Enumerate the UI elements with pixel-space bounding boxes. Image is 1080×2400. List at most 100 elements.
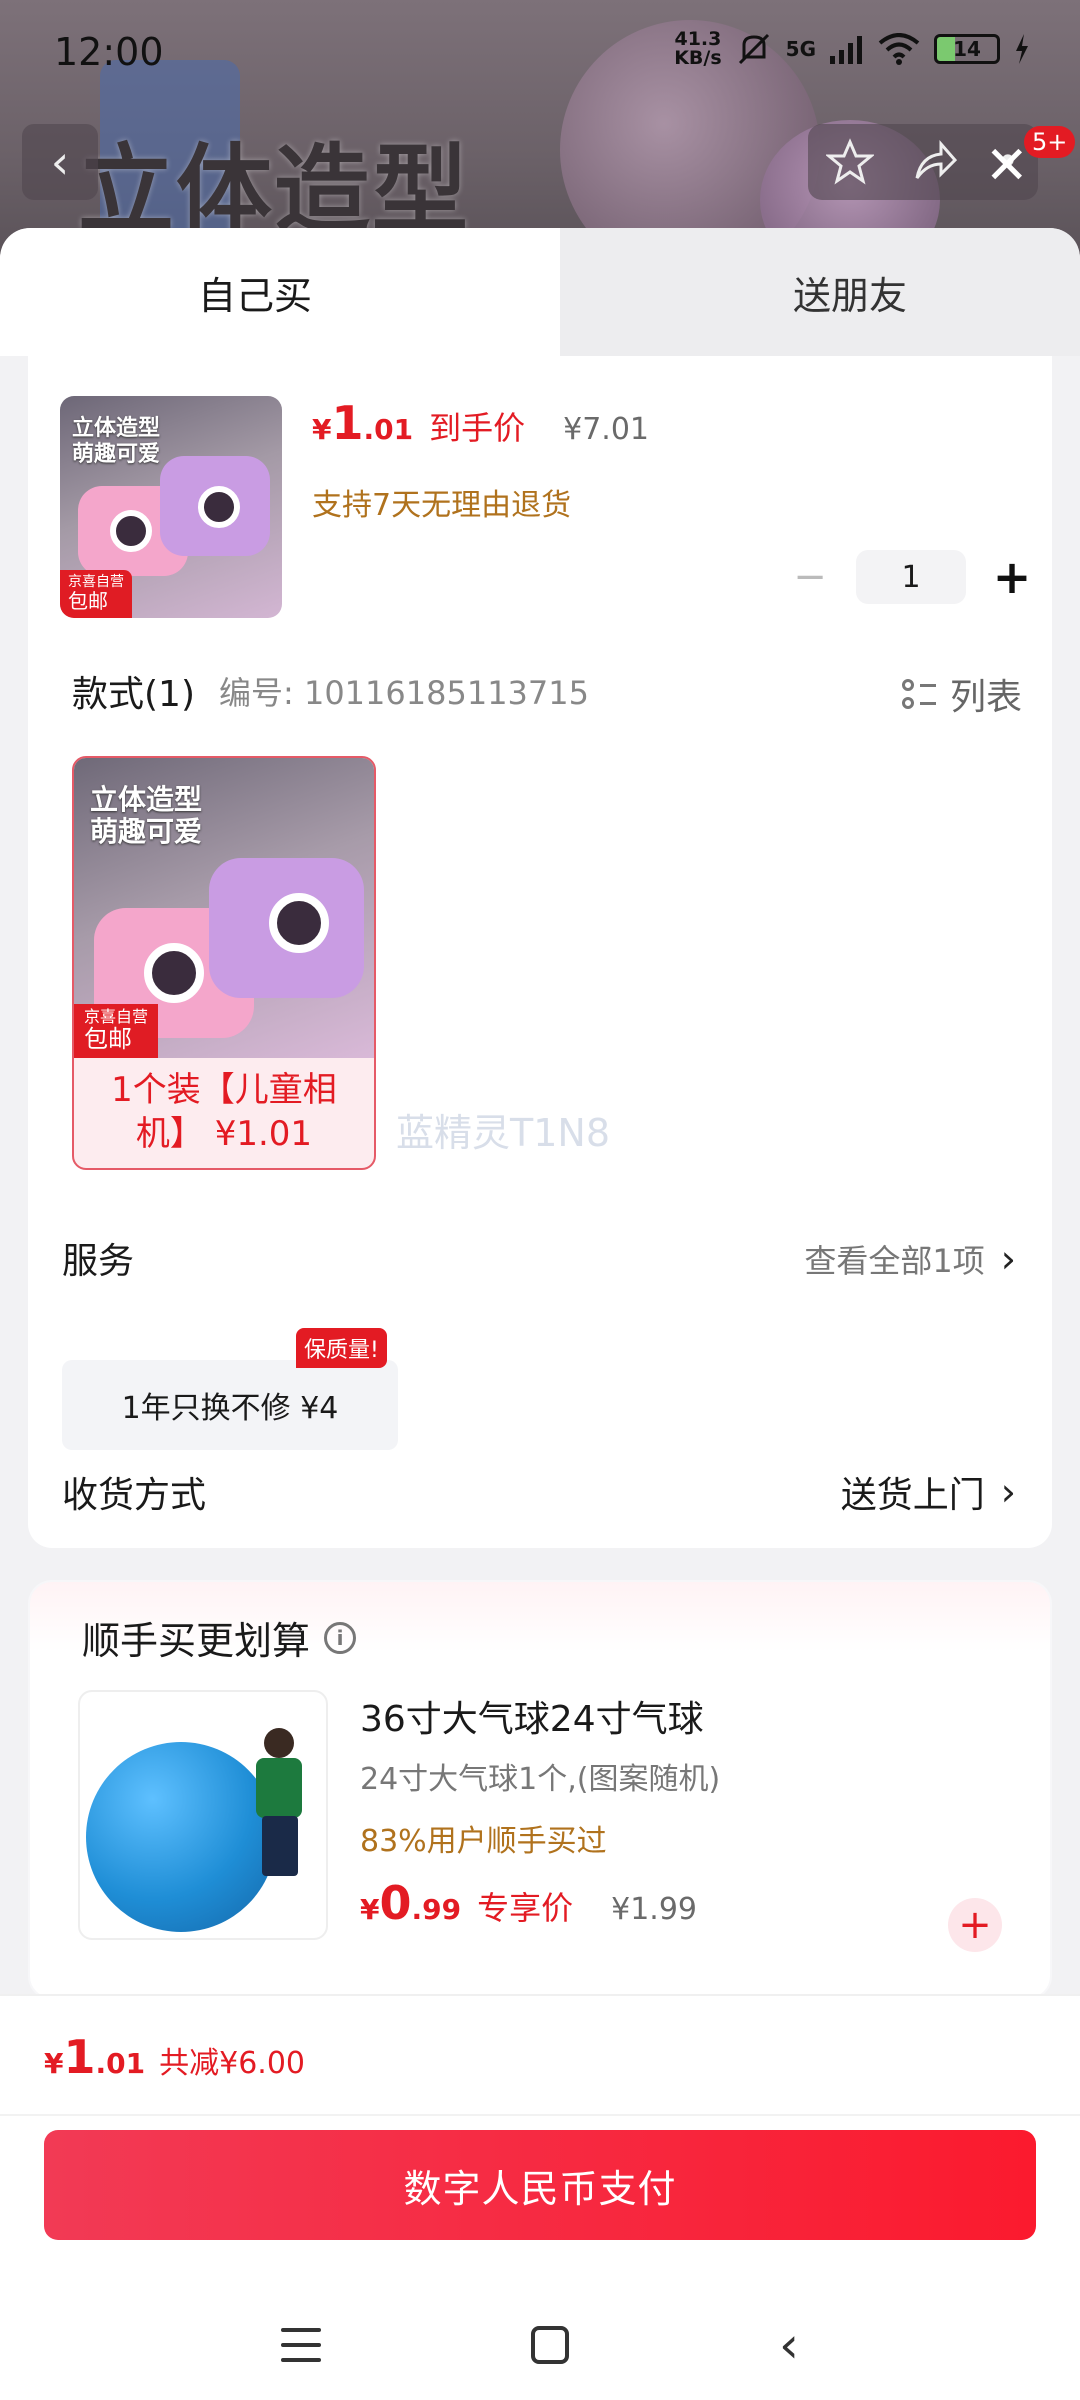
style-option-caption: 立体造型 萌趣可爱: [90, 783, 203, 848]
camera-lens: [110, 510, 152, 552]
share-icon[interactable]: [911, 138, 959, 186]
addon-bought-rate: 83%用户顺手买过: [360, 1824, 607, 1859]
close-icon: ✕: [985, 136, 1029, 196]
self-operated-tag: 京喜自营 包邮: [74, 1004, 159, 1058]
service-view-all[interactable]: 查看全部1项 ›: [804, 1236, 1016, 1282]
add-addon-button[interactable]: +: [948, 1898, 1002, 1952]
star-icon[interactable]: [826, 138, 875, 186]
addon-original-price: ¥1.99: [611, 1892, 698, 1927]
list-icon-line: [919, 702, 936, 705]
charging-icon: [1016, 34, 1028, 64]
style-option-image: 立体造型 萌趣可爱 京喜自营 包邮: [74, 758, 374, 1058]
original-price: ¥7.01: [563, 412, 650, 447]
addon-title: 顺手买更划算 i: [82, 1610, 357, 1665]
service-label: 服务: [62, 1241, 135, 1282]
chevron-right-icon: ›: [1000, 1237, 1016, 1281]
main-card: 立体造型 萌趣可爱 京喜自营 包邮 ¥1.01 到手价 ¥7.01 支持7天无理…: [28, 356, 1052, 1548]
addon-product-desc: 24寸大气球1个,(图案随机): [360, 1762, 721, 1797]
tab-buy-self[interactable]: 自己买: [0, 228, 560, 356]
signal-icon: [830, 36, 862, 64]
battery-indicator: 14: [934, 34, 1000, 64]
price-currency: ¥: [360, 1893, 380, 1926]
total-row: ¥1.01 共减¥6.00: [44, 2030, 305, 2084]
chevron-right-icon: ›: [1000, 1470, 1016, 1514]
style-header: 款式(1) 编号: 10116185113715 列表: [72, 664, 1022, 718]
menu-line: [281, 2358, 321, 2362]
style-option-label: 1个装【儿童相机】 ¥1.01: [111, 1070, 337, 1154]
watermark: 蓝精灵T1N8: [396, 1111, 610, 1155]
speed-unit: KB/s: [674, 47, 722, 69]
list-icon-line: [919, 684, 936, 687]
product-image[interactable]: 立体造型 萌趣可爱 京喜自营 包邮: [60, 396, 282, 618]
mute-icon: [738, 33, 769, 65]
tag-bottom: 包邮: [68, 589, 108, 613]
price-integer: 0: [379, 1876, 412, 1930]
system-navigation-bar: ‹: [0, 2290, 1080, 2400]
recent-apps-icon[interactable]: [281, 2328, 321, 2362]
status-bar: 12:00 41.3 KB/s 5G 14: [0, 0, 1080, 100]
addon-price-label: 专享价: [477, 1889, 574, 1927]
tag-top: 京喜自营: [68, 574, 124, 590]
list-icon-dot: [901, 697, 914, 709]
price-decimal: .01: [95, 2047, 146, 2080]
price-currency: ¥: [312, 413, 332, 446]
child-legs: [262, 1816, 298, 1876]
delivery-label: 收货方式: [62, 1475, 207, 1516]
tag-bottom: 包邮: [84, 1025, 132, 1053]
info-icon[interactable]: i: [324, 1621, 357, 1654]
final-price: ¥1.01: [312, 396, 413, 450]
child-head: [264, 1728, 294, 1758]
tab-gift-friend[interactable]: 送朋友: [560, 228, 1080, 356]
network-speed: 41.3 KB/s: [674, 30, 721, 68]
pay-button[interactable]: 数字人民币支付: [44, 2130, 1036, 2240]
quantity-increase-button[interactable]: +: [992, 550, 1032, 604]
price-decimal: .01: [363, 413, 414, 446]
addon-price: ¥0.99: [360, 1876, 461, 1930]
network-type: 5G: [785, 37, 816, 61]
delivery-method-button[interactable]: 送货上门 ›: [841, 1466, 1016, 1518]
notification-badge: 5+: [1024, 126, 1076, 158]
chevron-left-icon: ‹: [50, 135, 70, 189]
service-option[interactable]: 1年只换不修 ¥4: [62, 1360, 398, 1450]
self-operated-tag: 京喜自营 包邮: [60, 570, 132, 618]
menu-line: [281, 2343, 321, 2347]
total-price: ¥1.01: [44, 2030, 145, 2084]
status-time: 12:00: [54, 30, 164, 74]
service-view-all-label: 查看全部1项: [804, 1242, 985, 1280]
price-currency: ¥: [44, 2047, 64, 2080]
wifi-icon: [878, 33, 920, 65]
quantity-input[interactable]: 1: [856, 550, 966, 604]
addon-product-image[interactable]: [78, 1690, 328, 1940]
battery-level: 14: [953, 37, 981, 61]
style-option-selected[interactable]: 立体造型 萌趣可爱 京喜自营 包邮 1个装【儿童相机】 ¥1.01: [72, 756, 376, 1170]
camera-lens: [269, 893, 329, 953]
addon-title-text: 顺手买更划算: [82, 1619, 311, 1663]
menu-line: [281, 2328, 321, 2332]
total-discount: 共减¥6.00: [159, 2046, 305, 2081]
system-back-icon[interactable]: ‹: [779, 2320, 799, 2370]
addon-price-row: ¥0.99 专享价 ¥1.99: [360, 1876, 697, 1930]
price-row: ¥1.01 到手价 ¥7.01: [312, 396, 649, 450]
price-integer: 1: [63, 2030, 96, 2084]
home-icon[interactable]: [531, 2326, 569, 2364]
final-price-label: 到手价: [429, 409, 526, 447]
quantity-decrease-button[interactable]: −: [790, 554, 830, 600]
divider: [0, 2114, 1080, 2116]
quantity-stepper: − 1 +: [790, 550, 1032, 604]
list-view-label: 列表: [949, 677, 1022, 718]
purchase-tabs: 自己买 送朋友: [0, 228, 1080, 356]
list-icon-dot: [901, 679, 914, 691]
guarantee-badge: 保质量!: [296, 1328, 387, 1368]
tag-top: 京喜自营: [84, 1007, 149, 1026]
camera-lens: [198, 486, 240, 528]
price-integer: 1: [331, 396, 364, 450]
delivery-method-value: 送货上门: [840, 1475, 985, 1516]
list-view-button[interactable]: 列表: [901, 668, 1022, 720]
price-decimal: .99: [411, 1893, 462, 1926]
addon-product-name[interactable]: 36寸大气球24寸气球: [360, 1690, 704, 1742]
close-button[interactable]: ✕: [985, 140, 1029, 192]
back-button[interactable]: ‹: [22, 124, 98, 200]
product-image-caption: 立体造型 萌趣可爱: [72, 416, 161, 467]
addon-card: 顺手买更划算 i 36寸大气球24寸气球 24寸大气球1个,(图案随机) 83%…: [28, 1580, 1052, 2000]
product-code: 编号: 10116185113715: [219, 674, 589, 712]
